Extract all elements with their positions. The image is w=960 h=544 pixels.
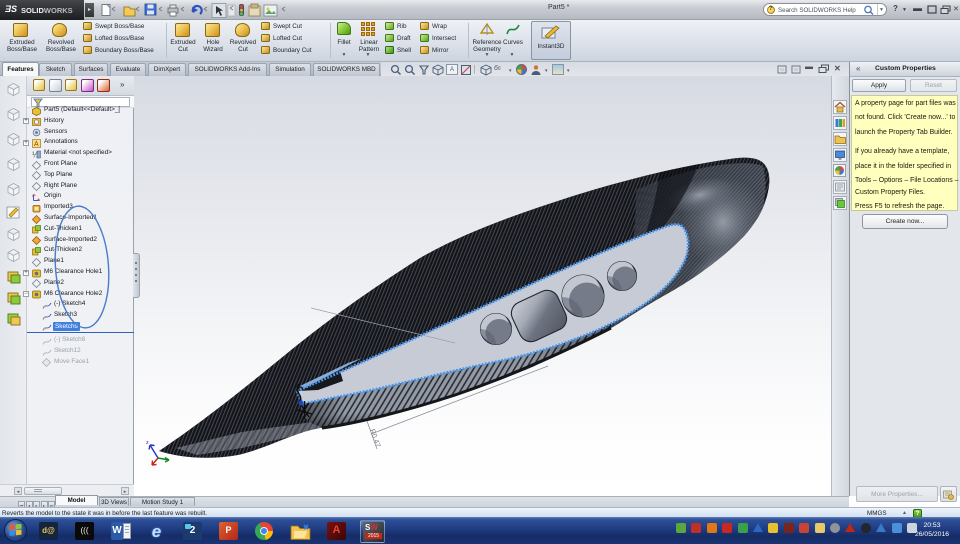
svg-text:R0.47: R0.47: [368, 428, 381, 448]
svg-text:A: A: [34, 141, 39, 148]
svg-text:z: z: [146, 440, 149, 446]
